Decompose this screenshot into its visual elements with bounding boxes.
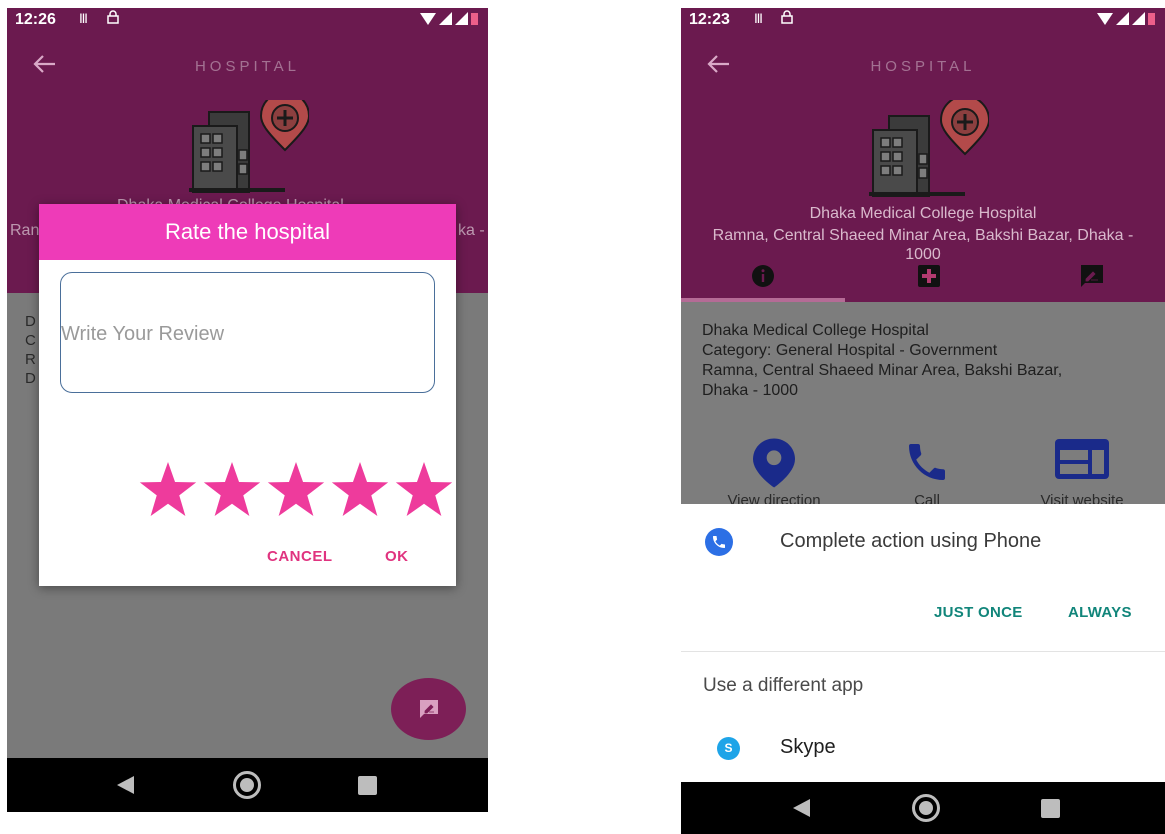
star-rating[interactable] bbox=[139, 462, 453, 516]
info-address-line2: Dhaka - 1000 bbox=[702, 382, 799, 399]
status-bar: 12:23 Ⅲ bbox=[681, 8, 1165, 32]
tab-info-icon[interactable] bbox=[751, 264, 775, 288]
star-icon[interactable] bbox=[139, 462, 197, 516]
left-phone-screen: 12:26 Ⅲ HOSPITAL Dhaka Medical College H… bbox=[7, 8, 488, 812]
nav-back-icon[interactable] bbox=[117, 776, 134, 794]
hospital-building-icon bbox=[189, 100, 309, 193]
divider bbox=[681, 651, 1165, 652]
hospital-building-icon bbox=[869, 100, 989, 197]
cancel-button[interactable]: CANCEL bbox=[267, 548, 333, 565]
nav-home-icon[interactable] bbox=[912, 794, 940, 822]
info-name: Dhaka Medical College Hospital bbox=[702, 322, 929, 339]
hospital-address-line2: 1000 bbox=[905, 246, 941, 263]
skype-option[interactable]: Skype bbox=[780, 736, 836, 759]
status-time: 12:26 bbox=[15, 11, 56, 28]
skype-icon[interactable]: S bbox=[717, 737, 740, 760]
status-bar: 12:26 Ⅲ bbox=[7, 8, 488, 32]
app-chooser-sheet: Complete action using Phone JUST ONCE AL… bbox=[681, 504, 1165, 782]
view-direction-button[interactable] bbox=[704, 438, 844, 488]
phone-app-icon bbox=[705, 528, 733, 556]
write-review-fab[interactable] bbox=[391, 678, 466, 740]
phone-icon bbox=[909, 444, 945, 480]
battery-icon bbox=[1148, 13, 1155, 25]
info-address-line1: Ramna, Central Shaeed Minar Area, Bakshi… bbox=[702, 362, 1063, 379]
address-fragment-left: Ran bbox=[10, 222, 40, 239]
system-nav-bar bbox=[681, 782, 1165, 834]
initial-line: D bbox=[25, 313, 36, 330]
tab-review-icon[interactable] bbox=[1080, 264, 1104, 288]
ok-button[interactable]: OK bbox=[385, 548, 409, 565]
just-once-button[interactable]: JUST ONCE bbox=[934, 604, 1023, 621]
info-initials: D C R D bbox=[25, 312, 36, 388]
initial-line: C bbox=[25, 332, 36, 349]
nav-home-icon[interactable] bbox=[233, 771, 261, 799]
lock-icon bbox=[781, 10, 793, 24]
call-button[interactable] bbox=[857, 438, 997, 486]
hospital-name: Dhaka Medical College Hospital bbox=[809, 205, 1037, 222]
hospital-address-line1: Ramna, Central Shaeed Minar Area, Bakshi… bbox=[712, 227, 1134, 244]
wifi-icon bbox=[420, 12, 436, 25]
cell-signal-icon-2 bbox=[1132, 12, 1145, 25]
nav-back-icon[interactable] bbox=[793, 799, 810, 817]
hospital-address: Ramna, Central Shaeed Minar Area, Bakshi… bbox=[681, 226, 1165, 264]
star-icon[interactable] bbox=[331, 462, 389, 516]
hospital-info: Dhaka Medical College Hospital Category:… bbox=[702, 321, 1062, 401]
appbar-title: HOSPITAL bbox=[194, 58, 301, 75]
status-time: 12:23 bbox=[689, 11, 730, 28]
status-icons bbox=[420, 12, 478, 25]
cell-signal-icon-2 bbox=[455, 12, 468, 25]
use-different-app-label: Use a different app bbox=[703, 675, 864, 696]
review-placeholder: Write Your Review bbox=[61, 323, 225, 345]
system-nav-bar bbox=[7, 758, 488, 812]
nav-recents-icon[interactable] bbox=[358, 776, 377, 795]
location-pin-icon bbox=[753, 438, 795, 488]
star-icon[interactable] bbox=[203, 462, 261, 516]
status-icons bbox=[1097, 12, 1155, 25]
appbar-title: HOSPITAL bbox=[870, 58, 976, 75]
dialog-title: Rate the hospital bbox=[39, 204, 456, 260]
right-phone-screen: 12:23 Ⅲ HOSPITAL Dhaka Medical College H… bbox=[681, 8, 1165, 834]
lock-icon bbox=[107, 10, 119, 24]
battery-icon bbox=[471, 13, 478, 25]
wifi-icon bbox=[1097, 12, 1113, 25]
rate-dialog: Rate the hospital Write Your Review CANC… bbox=[39, 204, 456, 586]
signal-icon: Ⅲ bbox=[754, 11, 763, 26]
review-icon bbox=[420, 700, 438, 718]
initial-line: R bbox=[25, 351, 36, 368]
initial-line: D bbox=[25, 370, 36, 387]
web-icon bbox=[1055, 439, 1109, 479]
address-fragment-right: ka - bbox=[458, 222, 485, 239]
star-icon[interactable] bbox=[395, 462, 453, 516]
signal-icon: Ⅲ bbox=[79, 11, 88, 26]
chooser-title: Complete action using Phone bbox=[780, 530, 1042, 552]
info-category: Category: General Hospital - Government bbox=[702, 342, 998, 359]
tab-hospital-cross-icon[interactable] bbox=[917, 264, 941, 288]
cell-signal-icon bbox=[439, 12, 452, 25]
nav-recents-icon[interactable] bbox=[1041, 799, 1060, 818]
cell-signal-icon bbox=[1116, 12, 1129, 25]
star-icon[interactable] bbox=[267, 462, 325, 516]
always-button[interactable]: ALWAYS bbox=[1068, 604, 1132, 621]
visit-website-button[interactable] bbox=[1012, 438, 1152, 480]
